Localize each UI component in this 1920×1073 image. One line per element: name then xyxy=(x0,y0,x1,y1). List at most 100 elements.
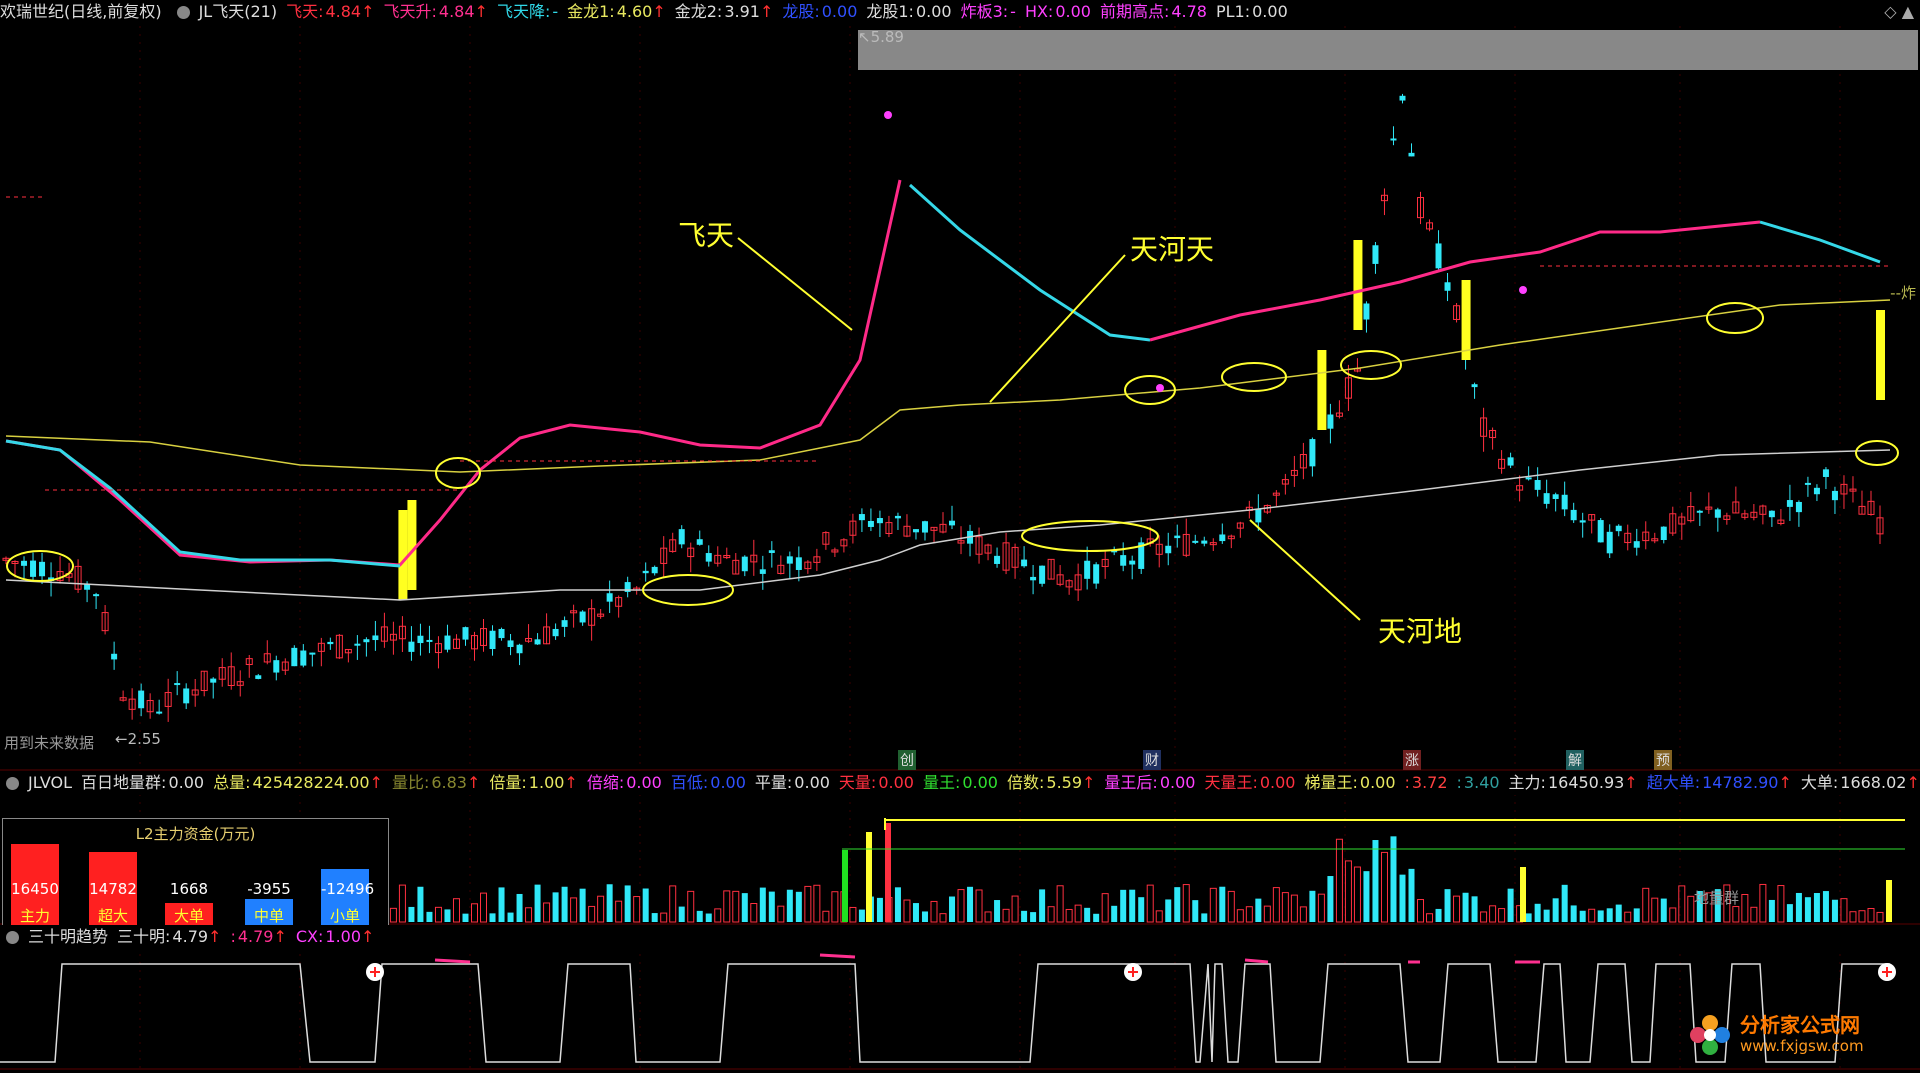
volume-bar xyxy=(1408,868,1415,922)
candle-body xyxy=(1831,490,1838,501)
volume-bar xyxy=(1876,911,1884,923)
trend-field-0: 三十明: 4.79↑ xyxy=(117,927,222,946)
volume-bar xyxy=(398,884,406,923)
candle-body xyxy=(462,627,469,640)
volume-bar xyxy=(1219,886,1226,922)
volume-bar xyxy=(1335,838,1343,923)
trend-field-2: CX: 1.00↑ xyxy=(295,927,375,946)
volume-settings-icon[interactable] xyxy=(6,777,19,790)
volume-bar xyxy=(1867,908,1875,923)
volume-field-2: 量比: 6.83↑ xyxy=(391,773,481,792)
candle-body xyxy=(1507,457,1514,466)
zha-label: --炸 xyxy=(1890,284,1916,302)
volume-bar xyxy=(858,909,865,922)
volume-bar xyxy=(1651,897,1659,923)
volume-bar xyxy=(1687,895,1695,923)
volume-bar xyxy=(1236,909,1244,923)
volume-bar-highlight xyxy=(885,823,891,922)
volume-bar xyxy=(777,905,785,923)
candle-body xyxy=(1165,545,1172,554)
volume-bar xyxy=(1597,910,1604,922)
volume-field-12: 梯量王: 0.00 xyxy=(1304,773,1396,792)
volume-bar xyxy=(444,909,451,922)
candle-body xyxy=(1399,95,1406,101)
volume-bar xyxy=(1380,851,1388,923)
volume-bar xyxy=(543,902,551,923)
candle-body xyxy=(516,644,523,654)
trend-wave-line xyxy=(0,963,1890,1063)
volume-bar xyxy=(831,891,839,923)
volume-bar xyxy=(1507,888,1514,922)
volume-bar-highlight xyxy=(1886,880,1892,922)
candle-body xyxy=(795,557,802,570)
volume-bar xyxy=(1174,887,1181,922)
tag-chuang[interactable]: 创 xyxy=(898,750,916,770)
highlight-ellipse xyxy=(1221,362,1287,392)
volume-bar xyxy=(1372,840,1379,922)
volume-bar xyxy=(1741,894,1749,923)
candle-body xyxy=(1084,560,1091,579)
volume-bar xyxy=(1453,895,1461,923)
candle-body xyxy=(1597,520,1604,543)
candle-body xyxy=(1813,487,1820,495)
candle-body xyxy=(1309,439,1316,467)
tag-zhang[interactable]: 涨 xyxy=(1403,750,1421,770)
volume-field-3: 倍量: 1.00↑ xyxy=(489,773,578,792)
volume-bar xyxy=(1138,897,1145,922)
volume-bar xyxy=(1093,913,1100,922)
candle-body xyxy=(1444,282,1451,291)
volume-bar xyxy=(1399,874,1406,922)
volume-bar xyxy=(561,886,568,922)
trend-indicator-name[interactable]: 三十明趋势 xyxy=(28,927,108,946)
volume-bar xyxy=(1669,907,1677,923)
tag-yu[interactable]: 预 xyxy=(1654,750,1672,770)
volume-bar xyxy=(1182,884,1190,923)
volume-bar xyxy=(1129,889,1136,922)
volume-bar xyxy=(912,903,919,922)
callout-tianhetian: 天河天 xyxy=(1130,233,1215,266)
volume-bar xyxy=(1101,893,1109,923)
trend-settings-icon[interactable] xyxy=(6,931,19,944)
candle-body xyxy=(255,675,262,679)
volume-indicator-name[interactable]: JLVOL xyxy=(28,773,72,792)
trend-fields: 三十明: 4.79↑ :4.79↑ CX: 1.00↑ xyxy=(117,927,383,946)
volume-bar xyxy=(1120,889,1127,922)
volume-bar xyxy=(1263,905,1271,923)
volume-bar xyxy=(1084,907,1091,922)
candle-body xyxy=(678,529,685,545)
volume-bar xyxy=(1299,906,1307,923)
volume-bar xyxy=(552,892,559,922)
tag-cai[interactable]: 财 xyxy=(1143,750,1161,770)
volume-bar xyxy=(1255,898,1262,922)
highlight-band xyxy=(858,30,1918,70)
l2-label-0: 主力 xyxy=(19,907,50,925)
tag-jie[interactable]: 解 xyxy=(1566,750,1584,770)
volume-bar xyxy=(1777,885,1785,923)
callout-tianhedi: 天河地 xyxy=(1378,615,1463,648)
volume-bar xyxy=(1065,908,1073,923)
volume-bar xyxy=(903,899,911,923)
candle-body xyxy=(651,566,658,574)
volume-field-6: 平量: 0.00 xyxy=(754,773,830,792)
candle-body xyxy=(1525,477,1532,480)
volume-bar xyxy=(669,885,677,923)
volume-field-9: 倍数: 5.59↑ xyxy=(1006,773,1096,792)
candle-body xyxy=(894,515,901,519)
volume-bar xyxy=(534,884,541,922)
candle-body xyxy=(1039,565,1046,584)
trend-field-1: :4.79↑ xyxy=(230,927,287,946)
candle-body xyxy=(606,593,613,602)
volume-group-label: 地量群 xyxy=(1694,889,1740,907)
candle-body xyxy=(138,690,145,709)
candle-body xyxy=(1093,564,1100,584)
candle-body xyxy=(210,678,217,683)
volume-bar xyxy=(1056,885,1064,923)
volume-field-4: 倍缩: 0.00 xyxy=(586,773,662,792)
volume-bar xyxy=(921,911,928,922)
volume-bar xyxy=(1417,899,1425,923)
volume-bar xyxy=(1155,910,1163,923)
candle-body xyxy=(408,641,415,652)
volume-bar xyxy=(1317,893,1325,923)
candle-body xyxy=(291,647,298,667)
volume-bar xyxy=(1606,908,1613,922)
